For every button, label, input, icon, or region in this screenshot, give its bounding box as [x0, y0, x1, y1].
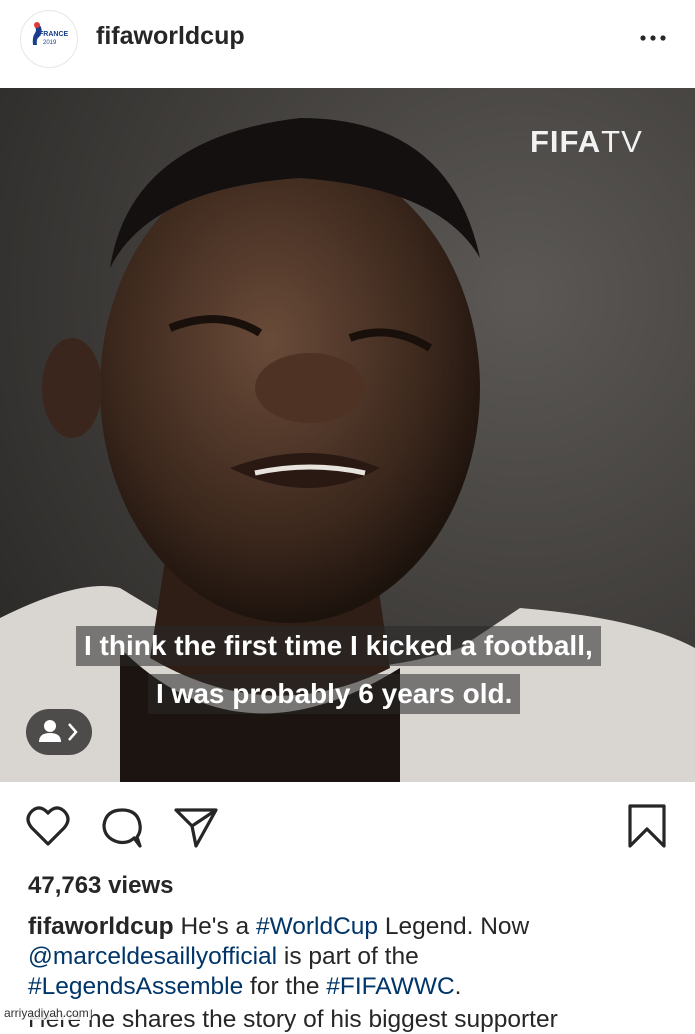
ellipsis-icon[interactable] [638, 22, 668, 52]
caption-text-1: He's a [173, 913, 256, 940]
avatar-text-year: 2019 [43, 40, 57, 46]
view-count: 47,763 views [28, 872, 174, 899]
video-subtitle-line-1: I think the first time I kicked a footba… [76, 626, 601, 666]
video-subtitle-line-2: I was probably 6 years old. [148, 674, 521, 714]
post-video[interactable]: FIFATV I think the first time I kicked a… [0, 88, 695, 782]
person-tag-icon[interactable] [26, 709, 92, 755]
post-actions-bar [0, 800, 695, 860]
site-watermark: arriyadiyah.com [2, 1006, 91, 1020]
fifa-tv-brand-light: TV [601, 124, 643, 159]
caption-username[interactable]: fifaworldcup [28, 913, 174, 940]
hashtag-worldcup[interactable]: #WorldCup [256, 913, 378, 940]
comment-icon[interactable] [98, 800, 146, 852]
caption-text-4: for the [243, 973, 327, 1000]
hashtag-fifawwc[interactable]: #FIFAWWC [326, 973, 454, 1000]
post-header: FRANCE 2019 fifaworldcup [0, 0, 695, 88]
fifa-tv-brand-bold: FIFA [530, 124, 602, 159]
fifa-womens-world-cup-logo [22, 12, 76, 66]
profile-avatar[interactable]: FRANCE 2019 [20, 10, 78, 68]
send-icon[interactable] [172, 800, 220, 852]
fifa-tv-watermark: FIFATV [530, 124, 643, 160]
caption-text-5: . [454, 973, 462, 1000]
bookmark-icon[interactable] [624, 800, 672, 852]
caption-cut-line: Here he shares the story of his biggest … [28, 1006, 558, 1033]
post-username[interactable]: fifaworldcup [96, 22, 245, 51]
caption-text-3: is part of the [277, 943, 419, 970]
heart-icon[interactable] [24, 800, 72, 852]
caption-text-2: Legend. Now [378, 913, 530, 940]
hashtag-legendsassemble[interactable]: #LegendsAssemble [28, 973, 243, 1000]
post-caption: fifaworldcup He's a #WorldCup Legend. No… [28, 912, 678, 1002]
mention-marceldesailly[interactable]: @marceldesaillyofficial [28, 943, 277, 970]
avatar-text-france: FRANCE [39, 31, 69, 38]
